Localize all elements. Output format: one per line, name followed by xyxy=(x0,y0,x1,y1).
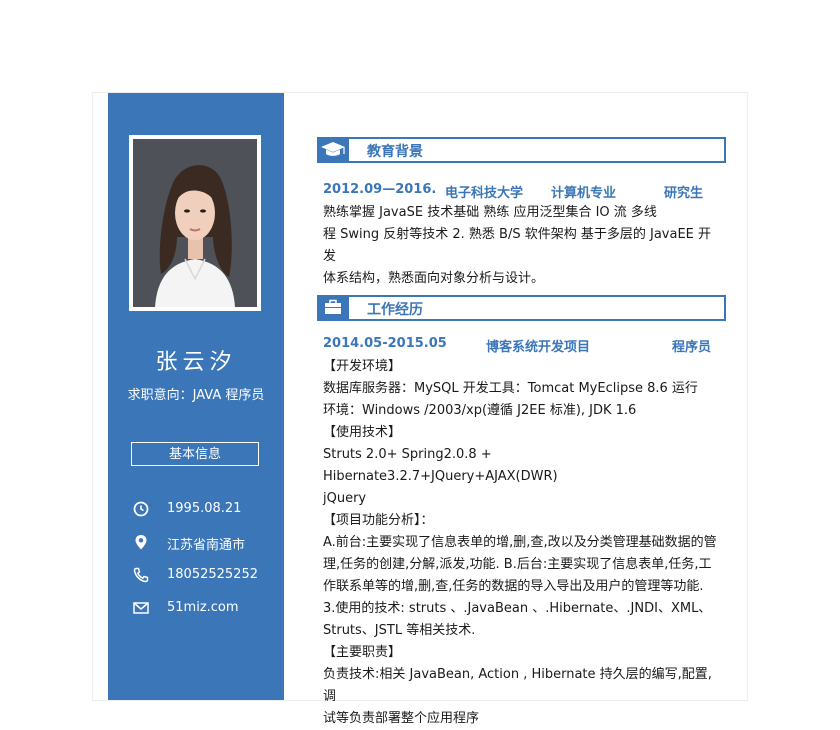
work-line: 【项目功能分析】： xyxy=(323,513,434,528)
location-pin-icon xyxy=(132,533,150,551)
graduation-cap-icon xyxy=(317,137,349,163)
profile-photo-frame xyxy=(129,135,261,311)
contact-location: 江苏省南通市 xyxy=(132,533,282,553)
work-line: A.前台:主要实现了信息表单的增,删,查,改以及分类管理基础数据的管 xyxy=(323,535,717,550)
education-line: 体系结构，熟悉面向对象分析与设计。 xyxy=(323,271,545,286)
education-major: 计算机专业 xyxy=(551,186,617,201)
work-line: 【使用技术】 xyxy=(323,425,402,440)
work-role: 程序员 xyxy=(672,340,712,355)
work-title: 工作经历 xyxy=(367,302,423,318)
work-line: 数据库服务器：MySQL 开发工具：Tomcat MyEclipse 8.6 运… xyxy=(323,381,698,396)
contact-birthdate: 1995.08.21 xyxy=(132,500,282,520)
education-school: 电子科技大学 xyxy=(445,186,524,201)
education-degree: 研究生 xyxy=(664,186,704,201)
basic-info-heading: 基本信息 xyxy=(131,442,259,466)
work-section-header: 工作经历 xyxy=(317,295,726,321)
work-line: 试等负责部署整个应用程序 xyxy=(323,711,480,726)
phone-value: 18052525252 xyxy=(167,567,258,582)
work-line: 3.使用的技术: struts 、.JavaBean 、.Hibernate、.… xyxy=(323,601,712,616)
work-line: 【主要职责】 xyxy=(323,645,402,660)
profile-photo xyxy=(133,139,257,307)
envelope-icon xyxy=(132,599,150,617)
work-line: Struts 2.0+ Spring2.0.8 + Hibernate3.2.7… xyxy=(323,447,558,484)
education-line: 熟练掌握 JavaSE 技术基础 熟练 应用泛型集合 IO 流 多线 xyxy=(323,205,657,220)
education-period: 2012.09—2016. xyxy=(323,182,437,197)
work-line: 【开发环境】 xyxy=(323,359,402,374)
education-section-header: 教育背景 xyxy=(317,137,726,163)
job-intent: 求职意向：JAVA 程序员 xyxy=(127,388,265,403)
location-value: 江苏省南通市 xyxy=(167,538,246,553)
work-project: 博客系统开发项目 xyxy=(486,340,591,355)
contact-phone: 18052525252 xyxy=(132,566,282,586)
education-line: 程 Swing 反射等技术 2. 熟悉 B/S 软件架构 基于多层的 JavaE… xyxy=(323,227,712,264)
briefcase-icon xyxy=(317,295,349,321)
education-description: 熟练掌握 JavaSE 技术基础 熟练 应用泛型集合 IO 流 多线 程 Swi… xyxy=(323,202,723,290)
birthdate-value: 1995.08.21 xyxy=(167,501,242,516)
email-value: 51miz.com xyxy=(167,600,239,615)
work-line: jQuery xyxy=(323,491,367,506)
clock-icon xyxy=(132,500,150,518)
work-line: 作联系单等的增,删,查,任务的数据的导入导出及用户的管理等功能. xyxy=(323,579,704,594)
candidate-name: 张云汐 xyxy=(155,350,237,375)
work-description: 【开发环境】 数据库服务器：MySQL 开发工具：Tomcat MyEclips… xyxy=(323,356,723,730)
work-period: 2014.05-2015.05 xyxy=(323,336,447,351)
work-line: Struts、JSTL 等相关技术. xyxy=(323,623,476,638)
contact-email: 51miz.com xyxy=(132,599,282,619)
education-title: 教育背景 xyxy=(367,144,423,160)
phone-icon xyxy=(132,566,150,584)
work-line: 理,任务的创建,分解,派发,功能. B.后台:主要实现了信息表单,任务,工 xyxy=(323,557,712,572)
work-line: 环境：Windows /2003/xp(遵循 J2EE 标准), JDK 1.6 xyxy=(323,403,637,418)
work-line: 负责技术:相关 JavaBean, Action , Hibernate 持久层… xyxy=(323,667,712,704)
